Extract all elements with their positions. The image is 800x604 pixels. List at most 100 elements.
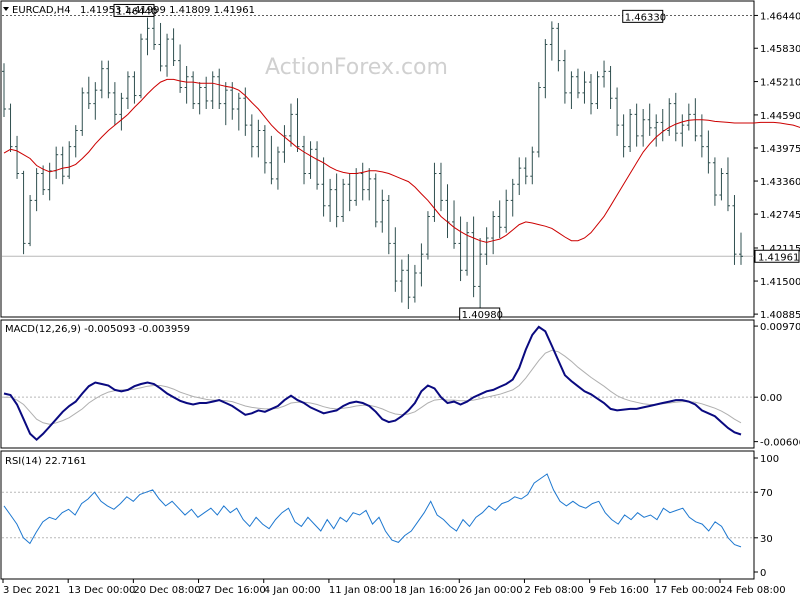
current-price-label: 1.41961 [758, 252, 799, 263]
ohlc-bar [86, 76, 91, 109]
ohlc-bar [615, 87, 620, 136]
ohlc-bar [510, 178, 515, 217]
ohlc-bar [99, 60, 104, 99]
ohlc-bar [152, 15, 157, 50]
ohlc-bar [497, 200, 502, 239]
watermark: ActionForex.com [265, 55, 448, 80]
ohlc-bar [660, 108, 665, 142]
ohlc-bar [295, 98, 300, 153]
time-tick-label: 3 Dec 2021 [3, 585, 61, 596]
annotation-label: 1.40980 [462, 310, 503, 321]
ohlc-bar [256, 119, 261, 158]
price-panel-frame [0, 0, 755, 318]
ohlc-bar [556, 22, 561, 72]
macd-signal-line [4, 349, 742, 425]
ohlc-bar [178, 44, 183, 93]
time-tick-label: 9 Feb 16:00 [590, 585, 649, 596]
ohlc-bar [308, 141, 313, 179]
ohlc-bar [608, 65, 613, 109]
ohlc-bar [386, 195, 391, 255]
ohlc-bar [517, 157, 522, 196]
ohlc-bar [654, 114, 659, 147]
annotation-label: 1.46330 [625, 12, 666, 23]
ohlc-bar [595, 71, 600, 109]
rsi-axis: 100 70 30 0 [754, 454, 779, 579]
ohlc-bar [334, 173, 339, 228]
ohlc-bar [373, 173, 378, 228]
ohlc-bar [706, 130, 711, 174]
ohlc-bar [569, 71, 574, 109]
ohlc-bar [321, 157, 326, 217]
ohlc-bar [641, 108, 646, 147]
ohlc-bar [367, 168, 372, 201]
ohlc-bar [67, 141, 72, 179]
ohlc-bar [93, 82, 98, 120]
price-axis: 1.46440 1.45830 1.45210 1.44590 1.43975 1.433… [754, 11, 800, 321]
ohlc-bar [588, 74, 593, 115]
ohlc-bar [549, 21, 554, 61]
ohlc-bar [171, 28, 176, 66]
ohlc-bar [275, 146, 280, 190]
ohlc-bar [269, 135, 274, 185]
ohlc-bar [719, 168, 724, 201]
time-tick-label: 2 Feb 08:00 [524, 585, 583, 596]
ohlc-bar [191, 71, 196, 109]
price-tick-label: 1.45830 [760, 44, 800, 55]
ohlc-bar [34, 168, 39, 212]
ohlc-bar [249, 114, 254, 158]
ohlc-bar [106, 60, 111, 99]
ohlc-bar [739, 232, 743, 265]
price-tick-label: 1.41500 [760, 277, 800, 288]
price-tick-label: 1.46440 [760, 11, 800, 22]
ohlc-values: 1.41953 1.41999 1.41809 1.41961 [80, 5, 255, 16]
price-tick-label: 1.40885 [760, 310, 800, 321]
ohlc-bar [399, 259, 404, 303]
time-tick-label: 20 Dec 08:00 [133, 585, 200, 596]
ohlc-bar [471, 216, 476, 298]
time-tick-label: 24 Feb 08:00 [720, 585, 786, 596]
ohlc-bar [210, 71, 215, 109]
ohlc-bar [478, 238, 483, 308]
ohlc-bar [132, 71, 137, 104]
ohlc-bar [458, 216, 463, 282]
ohlc-bar [112, 82, 117, 126]
rsi-label: RSI(14) 22.7161 [5, 456, 86, 467]
ohlc-bar [347, 173, 352, 212]
macd-axis: 0.009706 0.00 -0.006067 [754, 322, 800, 449]
ohlc-bar [15, 135, 20, 179]
ohlc-bar [28, 195, 33, 247]
ohlc-bar [484, 227, 489, 265]
ohlc-bar [543, 39, 548, 99]
ohlc-bar [562, 49, 567, 104]
ohlc-bar [54, 146, 59, 179]
moving-average-line [3, 78, 800, 243]
macd-panel-frame [0, 319, 755, 449]
ohlc-bar [445, 184, 450, 239]
ohlc-bar [575, 68, 580, 99]
ohlc-bar [680, 114, 685, 147]
macd-layer [2, 325, 754, 442]
macd-tick-label: 0.00 [760, 393, 782, 404]
ohlc-bar [217, 68, 222, 109]
ohlc-bar [432, 162, 437, 222]
time-tick-label: 4 Jan 00:00 [264, 585, 321, 596]
ohlc-bar [536, 82, 541, 158]
ohlc-bar [667, 98, 672, 136]
ohlc-bar [204, 76, 209, 109]
ohlc-bar [184, 65, 189, 104]
ohlc-bar [2, 63, 6, 118]
ohlc-bar [302, 135, 307, 185]
symbol-dropdown-icon[interactable] [3, 7, 9, 11]
price-tick-label: 1.43975 [760, 144, 800, 155]
time-tick-label: 27 Dec 16:00 [199, 585, 266, 596]
time-tick-label: 18 Jan 16:00 [394, 585, 457, 596]
rsi-layer [2, 473, 754, 548]
ohlc-bar [119, 92, 124, 131]
ohlc-bar [530, 146, 535, 185]
ohlc-bar [328, 178, 333, 222]
ohlc-bar [725, 157, 730, 212]
ohlc-bar [80, 87, 85, 136]
ohlc-bar [647, 103, 652, 136]
ohlc-bar [425, 211, 430, 260]
ohlc-bar [223, 82, 228, 126]
